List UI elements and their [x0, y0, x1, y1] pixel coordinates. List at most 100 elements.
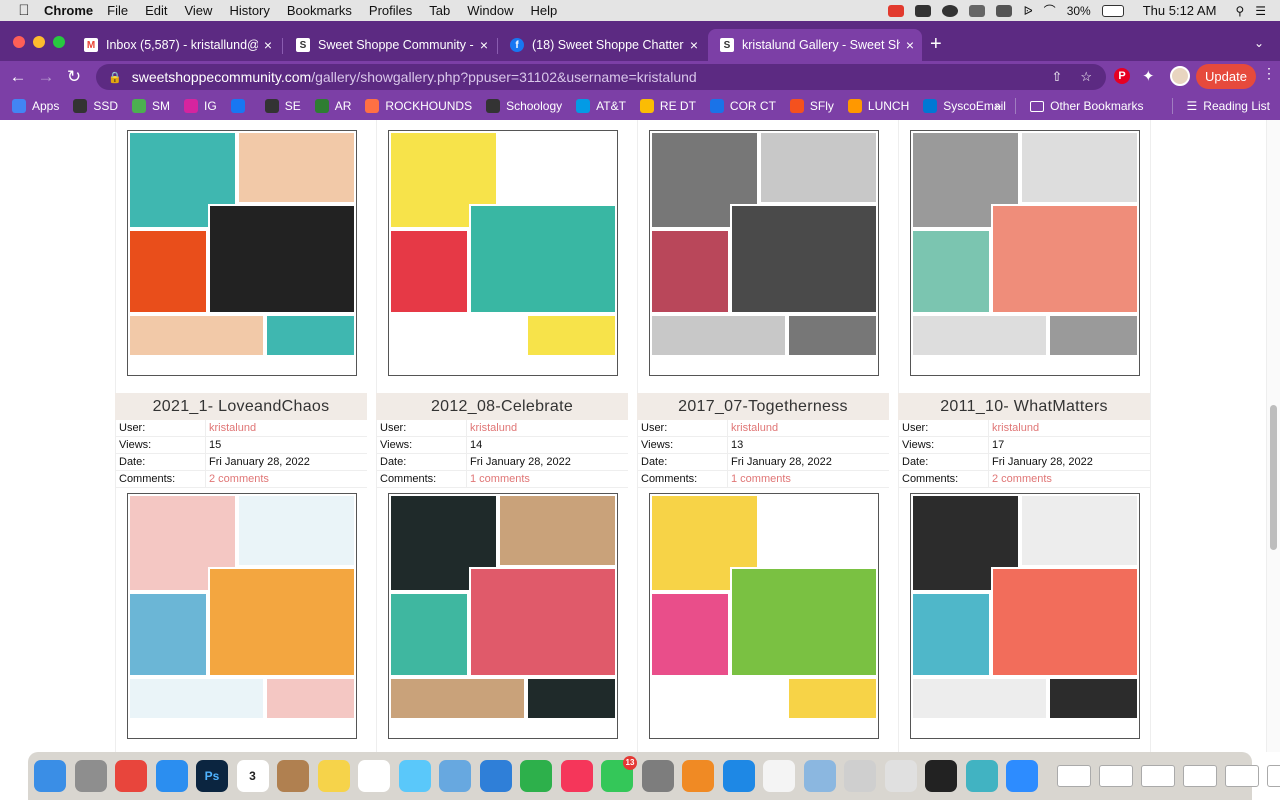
gallery-thumbnail[interactable]: [127, 130, 357, 376]
minimized-window-thumbnail[interactable]: [1182, 765, 1217, 787]
sweet-shoppe-dock-icon[interactable]: [965, 760, 998, 792]
zoom-tray-icon[interactable]: [915, 4, 932, 17]
airplay-icon[interactable]: [996, 4, 1013, 17]
stickies-icon[interactable]: [803, 760, 836, 792]
books-icon[interactable]: [682, 760, 714, 792]
clock[interactable]: Thu 5:12 AM: [1143, 3, 1217, 18]
close-tab-icon[interactable]: ×: [906, 37, 914, 53]
system-preferences-icon[interactable]: [641, 760, 674, 792]
profile-avatar[interactable]: [1170, 66, 1190, 86]
other-bookmarks-folder[interactable]: Other Bookmarks: [1030, 99, 1144, 113]
bookmark-ssd[interactable]: SSD: [73, 99, 118, 113]
textedit-icon[interactable]: [763, 760, 795, 792]
tab-search-icon[interactable]: ⌄: [1254, 36, 1264, 50]
menu-edit[interactable]: Edit: [145, 3, 167, 18]
safari-icon[interactable]: [155, 760, 188, 792]
menu-bookmarks[interactable]: Bookmarks: [287, 3, 352, 18]
gallery-item-title[interactable]: 2021_1- LoveandChaos: [115, 393, 367, 420]
lock-icon[interactable]: 🔒: [108, 71, 122, 84]
tab-gmail[interactable]: M Inbox (5,587) - kristallund@gm ×: [72, 29, 280, 61]
reminders-icon[interactable]: [358, 760, 390, 792]
minimized-window-thumbnail[interactable]: [1056, 765, 1091, 787]
update-button[interactable]: Update: [1196, 64, 1256, 89]
bluetooth-icon[interactable]: ᐉ: [1023, 4, 1032, 18]
pinterest-extension-icon[interactable]: P: [1114, 68, 1130, 84]
user-link[interactable]: kristalund: [467, 420, 517, 436]
app-menu-chrome[interactable]: Chrome: [44, 3, 93, 18]
reading-list[interactable]: ☰ Reading List: [1187, 99, 1270, 113]
launchpad-icon[interactable]: [74, 760, 107, 792]
zoom-window-button[interactable]: [53, 36, 65, 48]
close-tab-icon[interactable]: ×: [690, 37, 698, 53]
close-tab-icon[interactable]: ×: [264, 37, 272, 53]
gallery-thumbnail[interactable]: [388, 493, 618, 739]
extensions-puzzle-icon[interactable]: ✦: [1142, 67, 1155, 85]
battery-icon[interactable]: [1101, 4, 1124, 17]
gallery-thumbnail[interactable]: [388, 130, 618, 376]
adobe-cc-icon[interactable]: [888, 4, 905, 17]
gallery-item-title[interactable]: 2012_08-Celebrate: [376, 393, 628, 420]
share-icon[interactable]: ⇧: [1051, 69, 1062, 85]
bookmark-sm[interactable]: SM: [132, 99, 170, 113]
dropbox-icon[interactable]: [969, 4, 986, 17]
keynote-icon[interactable]: [479, 760, 512, 792]
help-icon[interactable]: [844, 760, 876, 792]
gallery-thumbnail[interactable]: [649, 130, 879, 376]
notes-icon[interactable]: [317, 760, 350, 792]
gallery-thumbnail[interactable]: [649, 493, 879, 739]
control-center-icon[interactable]: ☰: [1255, 4, 1266, 18]
bookmark-sfly[interactable]: SFly: [789, 99, 834, 113]
comments-link[interactable]: 1 comments: [728, 471, 791, 487]
user-link[interactable]: kristalund: [206, 420, 256, 436]
comments-link[interactable]: 1 comments: [467, 471, 530, 487]
calendar-icon[interactable]: 3: [236, 760, 269, 792]
bookmark-lunch[interactable]: LUNCH: [847, 99, 909, 113]
contacts-icon[interactable]: [277, 760, 309, 792]
bookmark-cor-ct[interactable]: COR CT: [709, 99, 776, 113]
bookmarks-overflow-icon[interactable]: »: [994, 99, 1001, 113]
wifi-icon[interactable]: ⌒: [1044, 2, 1056, 19]
more-menu-icon[interactable]: ⋮: [1262, 65, 1276, 82]
menu-view[interactable]: View: [184, 3, 212, 18]
comments-link[interactable]: 2 comments: [989, 471, 1052, 487]
minimized-window-thumbnail[interactable]: [1266, 765, 1280, 787]
close-tab-icon[interactable]: ×: [480, 37, 488, 53]
minimize-window-button[interactable]: [33, 36, 45, 48]
creative-cloud-icon[interactable]: [942, 4, 959, 17]
preview-icon[interactable]: [439, 760, 471, 792]
bookmark-star-icon[interactable]: ☆: [1080, 69, 1092, 85]
chrome-icon[interactable]: [115, 760, 147, 792]
menu-help[interactable]: Help: [531, 3, 558, 18]
minimized-window-thumbnail[interactable]: [1140, 765, 1175, 787]
menu-window[interactable]: Window: [467, 3, 513, 18]
menu-file[interactable]: File: [107, 3, 128, 18]
back-button[interactable]: ←: [4, 67, 32, 87]
photoshop-icon[interactable]: Ps: [196, 760, 228, 792]
messages-icon[interactable]: [398, 760, 431, 792]
bookmark-facebook-icon[interactable]: [230, 99, 251, 113]
bookmark-ig[interactable]: IG: [184, 99, 217, 113]
forward-button[interactable]: →: [32, 67, 60, 87]
user-link[interactable]: kristalund: [989, 420, 1039, 436]
zoom-icon[interactable]: [1006, 760, 1038, 792]
address-bar[interactable]: 🔒 sweetshoppecommunity.com/gallery/showg…: [96, 64, 1106, 90]
app-store-icon[interactable]: [722, 760, 755, 792]
gallery-thumbnail[interactable]: [127, 493, 357, 739]
bookmark-rockhounds[interactable]: ROCKHOUNDS: [365, 99, 472, 113]
tab-facebook[interactable]: f (18) Sweet Shoppe Chatter | Fa ×: [498, 29, 706, 61]
gallery-item-title[interactable]: 2011_10- WhatMatters: [898, 393, 1150, 420]
numbers-icon[interactable]: [520, 760, 552, 792]
bookmark-re-dt[interactable]: RE DT: [639, 99, 696, 113]
tab-sweet-shoppe-community[interactable]: S Sweet Shoppe Community - Re ×: [284, 29, 496, 61]
gallery-thumbnail[interactable]: [910, 493, 1140, 739]
finder-icon[interactable]: [34, 760, 66, 792]
inkscape-icon[interactable]: [925, 760, 957, 792]
script-icon[interactable]: [884, 760, 917, 792]
music-icon[interactable]: [560, 760, 593, 792]
menu-history[interactable]: History: [229, 3, 269, 18]
apple-icon[interactable]: : [10, 2, 38, 19]
spotlight-icon[interactable]: ⚲: [1235, 4, 1244, 18]
new-tab-button[interactable]: +: [930, 33, 942, 56]
comments-link[interactable]: 2 comments: [206, 471, 269, 487]
menu-tab[interactable]: Tab: [429, 3, 450, 18]
